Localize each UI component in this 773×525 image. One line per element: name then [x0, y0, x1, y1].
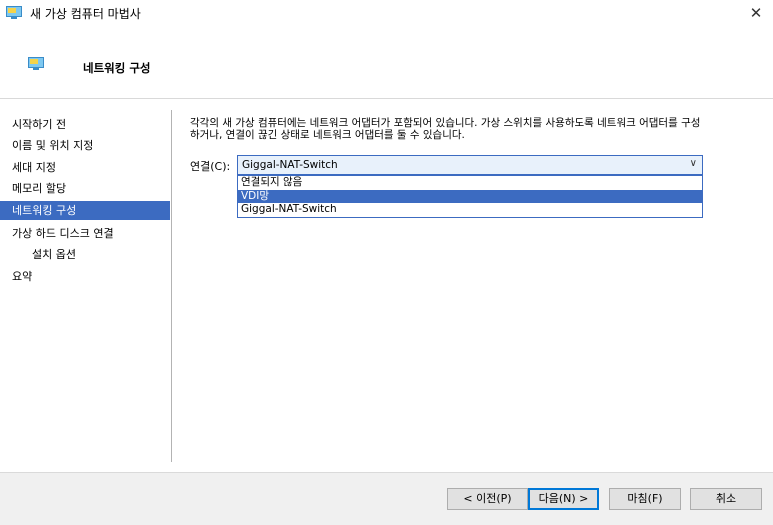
window-title: 새 가상 컴퓨터 마법사 [30, 7, 141, 21]
option-vdi-network[interactable]: VDI망 [238, 189, 702, 204]
connection-select-value: Giggal-NAT-Switch [242, 159, 338, 171]
close-icon: ✕ [749, 4, 763, 22]
sidebar-divider [171, 110, 172, 462]
wizard-header: 네트워킹 구성 [0, 26, 773, 99]
close-button[interactable]: ✕ [739, 0, 773, 26]
chevron-down-icon: ∨ [689, 158, 697, 169]
nav-item-summary[interactable]: 요약 [0, 267, 170, 286]
cancel-button[interactable]: 취소 [690, 488, 762, 510]
nav-item-before-you-begin[interactable]: 시작하기 전 [0, 115, 170, 134]
next-button[interactable]: 다음(N) > [528, 488, 599, 510]
nav-item-networking[interactable]: 네트워킹 구성 [0, 201, 170, 220]
nav-item-virtual-hard-disk[interactable]: 가상 하드 디스크 연결 [0, 224, 170, 243]
wizard-steps-nav: 시작하기 전 이름 및 위치 지정 세대 지정 메모리 할당 네트워킹 구성 가… [0, 99, 172, 461]
nav-item-installation-options[interactable]: 설치 옵션 [0, 245, 170, 264]
networking-description: 각각의 새 가상 컴퓨터에는 네트워크 어댑터가 포함되어 있습니다. 가상 스… [190, 117, 760, 141]
connection-dropdown-list: 연결되지 않음 VDI망 Giggal-NAT-Switch [237, 175, 703, 218]
finish-button[interactable]: 마침(F) [609, 488, 681, 510]
connection-label: 연결(C): [190, 160, 231, 173]
page-title: 네트워킹 구성 [83, 61, 151, 75]
hyper-v-vm-icon [28, 57, 44, 70]
description-line-1: 각각의 새 가상 컴퓨터에는 네트워크 어댑터가 포함되어 있습니다. 가상 스… [190, 117, 701, 129]
title-bar: 새 가상 컴퓨터 마법사 ✕ [0, 0, 773, 26]
previous-button[interactable]: < 이전(P) [447, 488, 528, 510]
description-line-2: 하거나, 연결이 끊긴 상태로 네트워크 어댑터를 둘 수 있습니다. [190, 129, 465, 141]
nav-item-name-location[interactable]: 이름 및 위치 지정 [0, 136, 170, 155]
option-giggal-nat-switch[interactable]: Giggal-NAT-Switch [238, 203, 702, 217]
option-not-connected[interactable]: 연결되지 않음 [238, 176, 702, 190]
nav-item-memory[interactable]: 메모리 할당 [0, 179, 170, 198]
nav-item-generation[interactable]: 세대 지정 [0, 158, 170, 177]
connection-select[interactable]: Giggal-NAT-Switch ∨ [237, 155, 703, 175]
hyper-v-vm-icon [6, 6, 22, 19]
